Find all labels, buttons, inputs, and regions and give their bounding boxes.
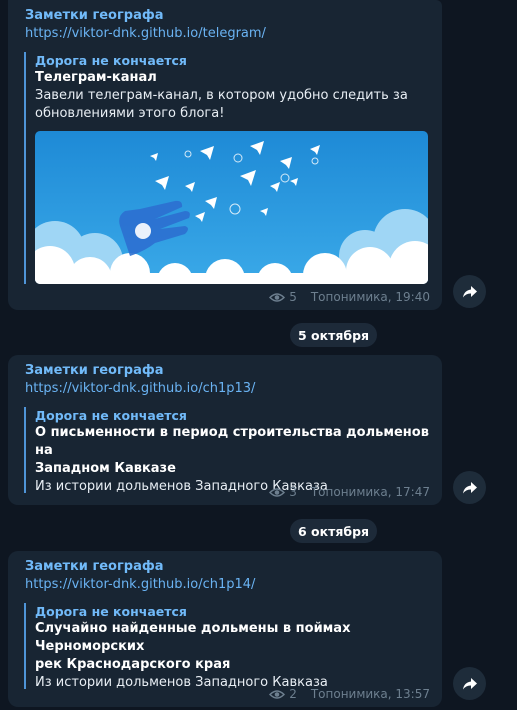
channel-name[interactable]: Заметки географа [25,559,164,574]
forward-button[interactable] [453,471,486,504]
views-count: 5 [289,290,297,304]
forward-button[interactable] [453,667,486,700]
eye-icon [269,689,286,699]
preview-image[interactable] [35,131,428,284]
message-meta: 5 Топонимика, 19:40 [269,290,430,304]
preview-site-name: Дорога не кончается [35,604,187,619]
forward-button[interactable] [453,275,486,308]
link-preview[interactable]: Дорога не кончается Случайно найденные д… [24,603,430,690]
author-time: Топонимика, 17:47 [310,485,430,499]
message-meta: 2 Топонимика, 13:57 [269,687,430,701]
views-count: 3 [289,485,297,499]
link-preview[interactable]: Дорога не кончается Телеграм-канал Завел… [24,52,430,284]
message-link[interactable]: https://viktor-dnk.github.io/ch1p13/ [25,381,255,396]
message-bubble[interactable]: Заметки географа https://viktor-dnk.gith… [8,355,442,505]
channel-name[interactable]: Заметки географа [25,363,164,378]
preview-title-line: рек Краснодарского края [35,657,231,672]
message-meta: 3 Топонимика, 17:47 [269,485,430,499]
message-link[interactable]: https://viktor-dnk.github.io/ch1p14/ [25,577,255,592]
eye-icon [269,487,286,497]
message-link[interactable]: https://viktor-dnk.github.io/telegram/ [25,26,266,41]
forward-icon [462,677,477,689]
channel-name[interactable]: Заметки географа [25,8,164,23]
preview-description-line: Завели телеграм-канал, в котором удобно … [35,88,408,103]
preview-title: Телеграм-канал [35,70,157,85]
link-preview[interactable]: Дорога не кончается О письменности в пер… [24,407,430,494]
views-count: 2 [289,687,297,701]
message-bubble[interactable]: Заметки географа https://viktor-dnk.gith… [8,551,442,707]
preview-site-name: Дорога не кончается [35,53,187,68]
message-bubble[interactable]: Заметки географа https://viktor-dnk.gith… [8,0,442,310]
date-separator: 6 октября [290,519,377,543]
author-time: Топонимика, 13:57 [310,687,430,701]
preview-description-line: обновлениями этого блога! [35,106,225,121]
author-time: Топонимика, 19:40 [310,290,430,304]
forward-icon [462,285,477,297]
preview-title-line: Случайно найденные дольмены в поймах Чер… [35,621,351,654]
date-separator: 5 октября [290,323,377,347]
preview-site-name: Дорога не кончается [35,408,187,423]
eye-icon [269,292,286,302]
preview-title-line: О письменности в период строительства до… [35,425,429,458]
preview-title-line: Западном Кавказе [35,461,176,476]
forward-icon [462,481,477,493]
